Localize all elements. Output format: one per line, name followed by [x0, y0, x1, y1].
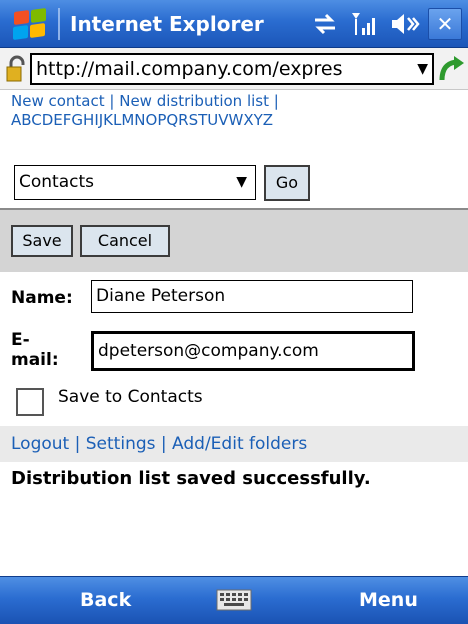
title-separator: [58, 8, 60, 40]
save-button[interactable]: Save: [11, 225, 73, 257]
lock-icon: [6, 55, 25, 82]
close-icon[interactable]: ✕: [428, 8, 462, 40]
add-edit-folders-link[interactable]: Add/Edit folders: [172, 434, 307, 454]
menu-softkey[interactable]: Menu: [359, 589, 418, 611]
window-title: Internet Explorer: [70, 12, 264, 36]
cancel-button[interactable]: Cancel: [80, 225, 170, 257]
link-separator: |: [268, 92, 279, 110]
name-label: Name:: [11, 288, 73, 308]
name-field[interactable]: Diane Peterson: [91, 280, 413, 313]
folder-select[interactable]: Contacts ▼: [14, 165, 256, 200]
url-input[interactable]: http://mail.company.com/expres ▼: [30, 53, 434, 85]
status-icons: ✕: [308, 7, 462, 41]
windows-logo-icon[interactable]: [12, 7, 48, 41]
softkey-bar: Back Menu: [0, 576, 468, 624]
status-message: Distribution list saved successfully.: [11, 468, 371, 489]
keyboard-icon[interactable]: [216, 588, 252, 612]
go-arrow-icon[interactable]: [438, 54, 466, 84]
url-dropdown-icon[interactable]: ▼: [417, 55, 428, 83]
title-bar: Internet Explorer ✕: [0, 0, 468, 48]
email-label: E- mail:: [11, 330, 59, 370]
address-bar: http://mail.company.com/expres ▼: [0, 48, 468, 90]
email-field[interactable]: dpeterson@company.com: [91, 331, 415, 371]
go-button[interactable]: Go: [264, 165, 310, 201]
url-text: http://mail.company.com/expres: [36, 58, 343, 80]
folder-select-value: Contacts: [19, 172, 94, 192]
signal-icon[interactable]: [348, 7, 382, 41]
back-softkey[interactable]: Back: [80, 589, 131, 611]
action-bar: Save Cancel: [0, 210, 468, 272]
logout-link[interactable]: Logout: [11, 434, 69, 454]
link-separator: |: [155, 434, 173, 454]
link-separator: |: [104, 92, 120, 110]
email-label-line2: mail:: [11, 350, 59, 370]
link-separator: |: [69, 434, 86, 454]
connectivity-icon[interactable]: [308, 7, 342, 41]
save-to-contacts-checkbox[interactable]: [16, 388, 44, 416]
footer-links: Logout | Settings | Add/Edit folders: [0, 426, 468, 462]
settings-link[interactable]: Settings: [86, 434, 156, 454]
volume-icon[interactable]: [388, 7, 422, 41]
email-label-line1: E-: [11, 330, 30, 350]
top-links: New contact | New distribution list | AB…: [11, 92, 461, 130]
chevron-down-icon: ▼: [236, 174, 247, 190]
alphabet-links[interactable]: ABCDEFGHIJKLMNOPQRSTUVWXYZ: [11, 111, 461, 130]
save-to-contacts-label: Save to Contacts: [58, 387, 203, 407]
new-contact-link[interactable]: New contact: [11, 92, 105, 110]
new-distribution-list-link[interactable]: New distribution list: [119, 92, 269, 110]
